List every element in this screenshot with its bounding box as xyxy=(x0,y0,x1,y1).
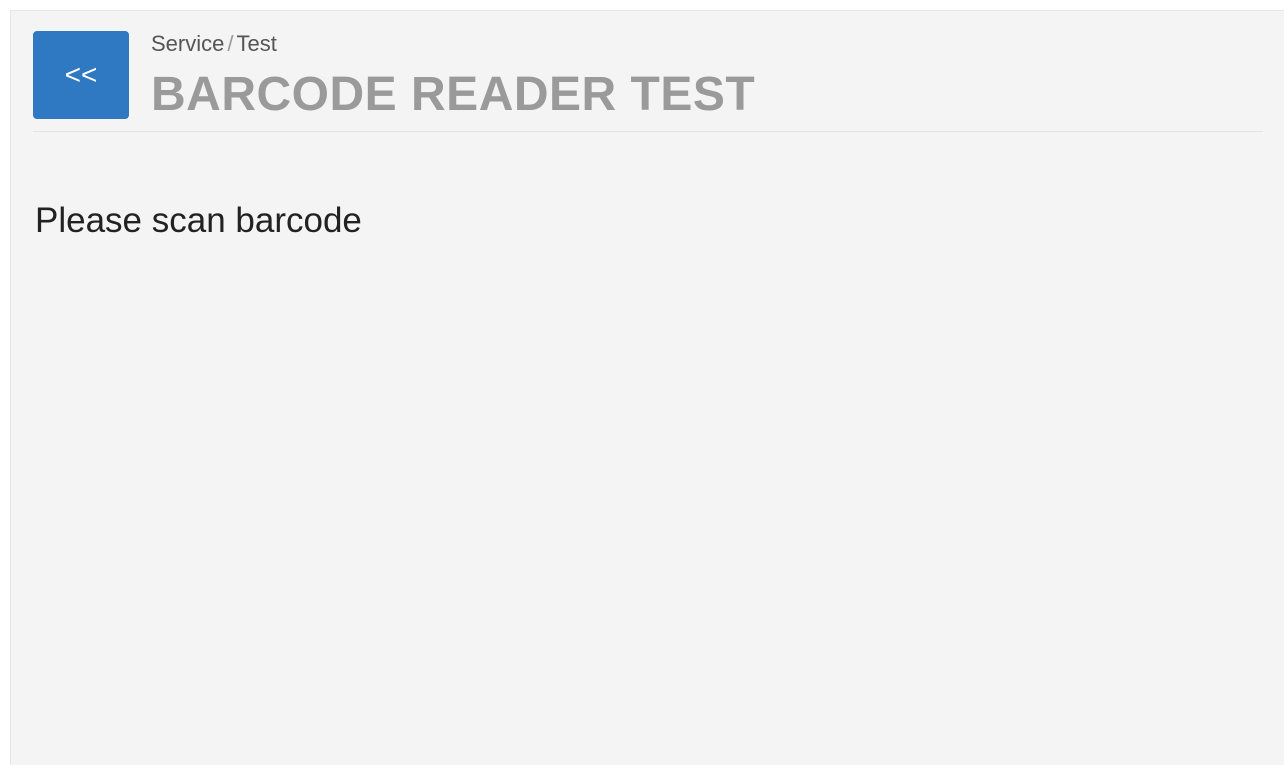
breadcrumb-separator: / xyxy=(227,31,234,56)
page-title: BARCODE READER TEST xyxy=(151,68,756,121)
page-header: << Service / Test BARCODE READER TEST xyxy=(33,31,1263,132)
back-button[interactable]: << xyxy=(33,31,129,119)
scan-prompt: Please scan barcode xyxy=(35,201,362,240)
breadcrumb-current: Test xyxy=(236,31,277,56)
breadcrumb-parent[interactable]: Service xyxy=(151,31,224,56)
main-panel: << Service / Test BARCODE READER TEST Plea… xyxy=(10,10,1284,765)
breadcrumb: Service / Test xyxy=(151,31,277,57)
